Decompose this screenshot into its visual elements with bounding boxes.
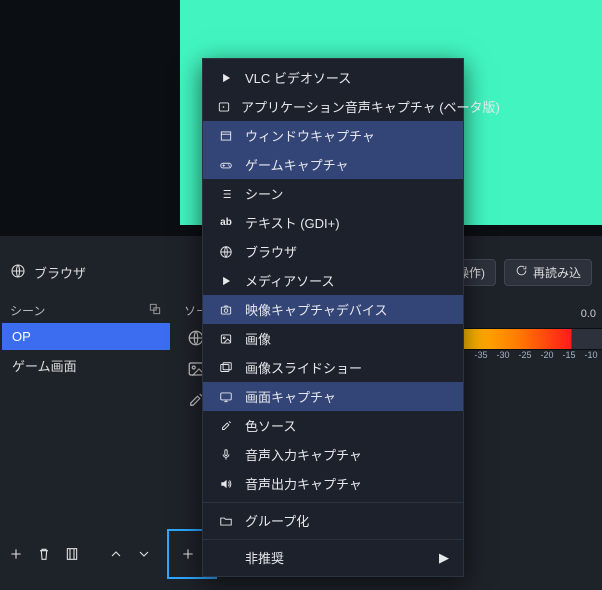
scenes-toolbar	[2, 540, 202, 568]
app-audio-icon	[217, 100, 231, 114]
menu-item-game-capture[interactable]: ゲームキャプチャ	[203, 150, 463, 179]
submenu-arrow-icon: ▶	[439, 550, 449, 566]
folder-icon	[217, 514, 235, 528]
selected-source-label: ブラウザ	[10, 263, 86, 282]
speaker-icon	[217, 477, 235, 491]
menu-item-browser[interactable]: ブラウザ	[203, 237, 463, 266]
menu-item-slideshow[interactable]: 画像スライドショー	[203, 353, 463, 382]
menu-item-app-audio[interactable]: アプリケーション音声キャプチャ (ベータ版)	[203, 92, 463, 121]
scenes-panel-header: シーン	[2, 298, 170, 323]
add-source-context-menu: VLC ビデオソース アプリケーション音声キャプチャ (ベータ版) ウィンドウキ…	[202, 58, 464, 577]
detach-icon[interactable]	[148, 302, 162, 319]
menu-item-vlc[interactable]: VLC ビデオソース	[203, 63, 463, 92]
delete-scene-button[interactable]	[30, 540, 58, 568]
image-icon	[217, 332, 235, 346]
add-source-button[interactable]	[174, 540, 202, 568]
brush-icon	[217, 419, 235, 433]
scenes-panel: シーン OP ゲーム画面	[2, 298, 170, 558]
scenes-panel-title: シーン	[10, 302, 45, 319]
scene-row[interactable]: OP	[2, 323, 170, 350]
play-icon	[217, 71, 235, 85]
reload-button-label: 再読み込	[533, 264, 581, 281]
menu-item-group[interactable]: グループ化	[203, 502, 463, 535]
globe-icon	[10, 263, 26, 282]
text-icon: ab	[217, 217, 235, 228]
menu-item-video-capture[interactable]: 映像キャプチャデバイス	[203, 295, 463, 324]
menu-item-audio-output[interactable]: 音声出力キャプチャ	[203, 469, 463, 498]
slideshow-icon	[217, 361, 235, 375]
menu-item-image[interactable]: 画像	[203, 324, 463, 353]
menu-item-media[interactable]: メディアソース	[203, 266, 463, 295]
scene-filters-button[interactable]	[58, 540, 86, 568]
menu-item-audio-input[interactable]: 音声入力キャプチャ	[203, 440, 463, 469]
mic-icon	[217, 448, 235, 462]
camera-icon	[217, 303, 235, 317]
reload-button[interactable]: 再読み込	[504, 259, 592, 286]
menu-item-deprecated[interactable]: 非推奨▶	[203, 539, 463, 572]
list-icon	[217, 187, 235, 201]
selected-source-text: ブラウザ	[34, 263, 86, 282]
mixer-time: 0.0	[581, 308, 596, 320]
move-down-button[interactable]	[130, 540, 158, 568]
refresh-icon	[515, 264, 528, 280]
play-icon	[217, 274, 235, 288]
menu-item-display-capture[interactable]: 画面キャプチャ	[203, 382, 463, 411]
gamepad-icon	[217, 158, 235, 172]
scenes-list: OP ゲーム画面	[2, 323, 170, 558]
add-scene-button[interactable]	[2, 540, 30, 568]
window-icon	[217, 129, 235, 143]
menu-item-color[interactable]: 色ソース	[203, 411, 463, 440]
monitor-icon	[217, 390, 235, 404]
menu-item-scene[interactable]: シーン	[203, 179, 463, 208]
move-up-button[interactable]	[102, 540, 130, 568]
scene-row[interactable]: ゲーム画面	[2, 350, 170, 381]
menu-item-text[interactable]: abテキスト (GDI+)	[203, 208, 463, 237]
menu-item-window-capture[interactable]: ウィンドウキャプチャ	[203, 121, 463, 150]
globe-icon	[217, 245, 235, 259]
